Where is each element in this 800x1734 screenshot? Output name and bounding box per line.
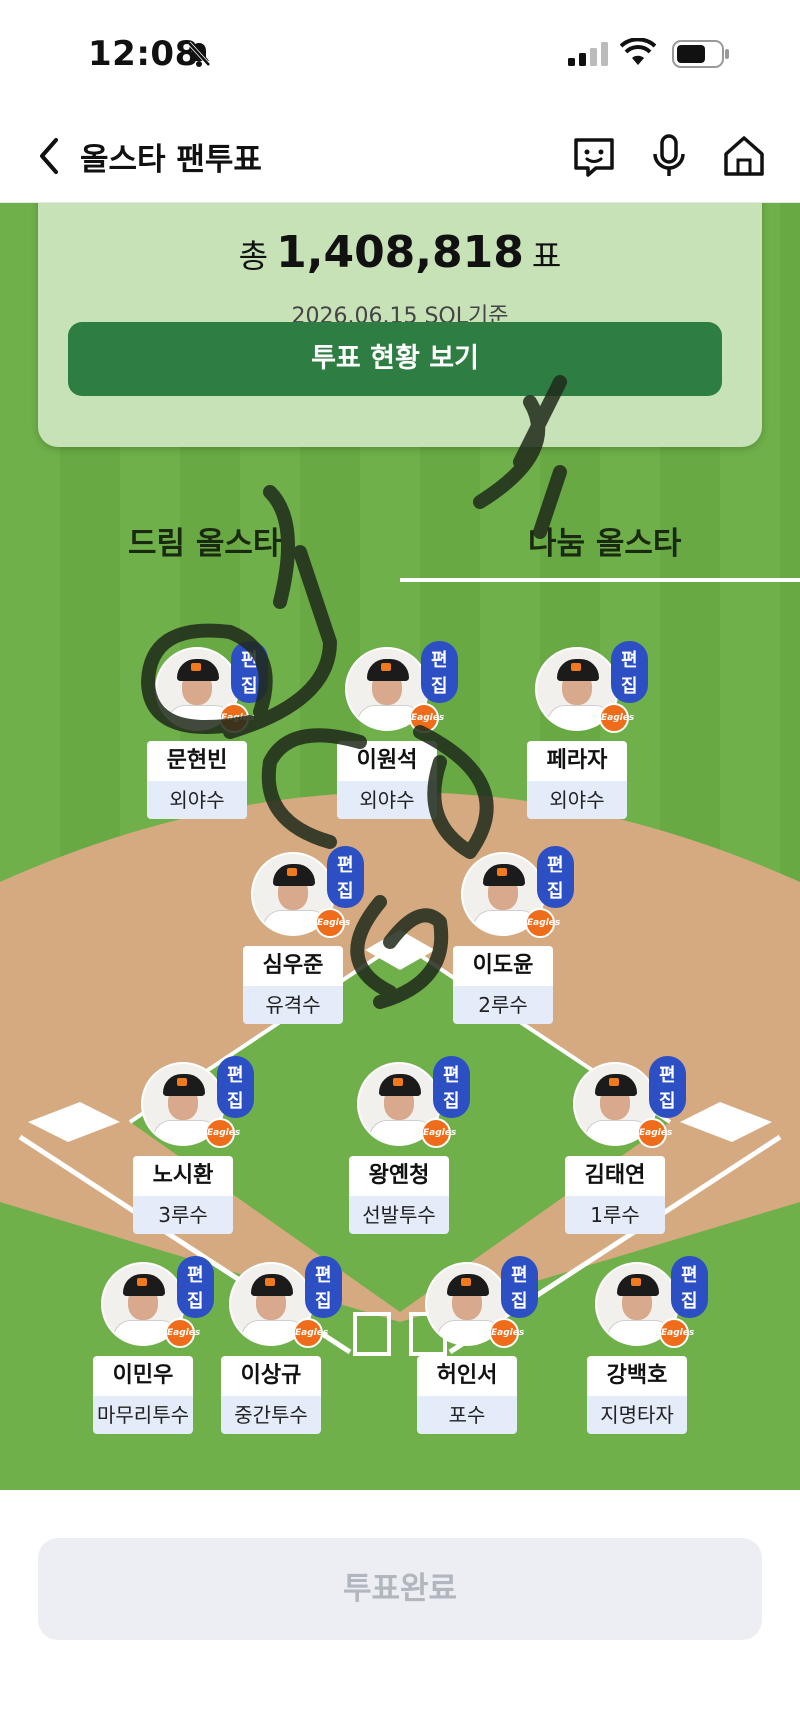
player-position: 2루수: [453, 986, 553, 1024]
app-bar: 올스타 팬투표: [0, 110, 800, 203]
player-photo-wrap: Eagles 편집: [101, 1256, 214, 1348]
team-logo-icon: Eagles: [165, 1318, 200, 1348]
edit-button[interactable]: 편집: [433, 1056, 470, 1118]
bell-muted-icon: [187, 41, 211, 67]
team-logo-icon: Eagles: [293, 1318, 328, 1348]
player-photo-wrap: Eagles 편집: [425, 1256, 538, 1348]
player-position: 마무리투수: [93, 1396, 193, 1434]
edit-button[interactable]: 편집: [177, 1256, 214, 1318]
player-position: 외야수: [527, 781, 627, 819]
team-logo-icon: Eagles: [525, 908, 560, 938]
team-logo-icon: Eagles: [489, 1318, 524, 1348]
team-logo-icon: Eagles: [421, 1118, 456, 1148]
player-name: 김태연: [565, 1156, 665, 1196]
edit-button[interactable]: 편집: [501, 1256, 538, 1318]
player-position: 선발투수: [349, 1196, 449, 1234]
player-name: 노시환: [133, 1156, 233, 1196]
edit-button[interactable]: 편집: [671, 1256, 708, 1318]
player-photo-wrap: Eagles 편집: [357, 1056, 470, 1148]
status-time: 12:08: [88, 34, 199, 74]
player-name: 문현빈: [147, 741, 247, 781]
player-photo-wrap: Eagles 편집: [595, 1256, 708, 1348]
team-logo-icon: Eagles: [205, 1118, 240, 1148]
player-photo-wrap: Eagles 편집: [141, 1056, 254, 1148]
baseball-field: 총 1,408,818 표 2026.06.15 SOL기준 투표 현황 보기 드림…: [0, 202, 800, 1490]
team-logo-icon: Eagles: [659, 1318, 694, 1348]
team-logo-icon: Eagles: [219, 703, 254, 733]
edit-button[interactable]: 편집: [649, 1056, 686, 1118]
player-position: 중간투수: [221, 1396, 321, 1434]
player-photo-wrap: Eagles 편집: [461, 846, 574, 938]
status-bar: 12:08: [0, 0, 800, 110]
total-votes: 총 1,408,818 표: [38, 227, 762, 278]
allstar-tabs: 드림 올스타 나눔 올스타: [0, 502, 800, 582]
edit-button[interactable]: 편집: [305, 1256, 342, 1318]
player-name: 페라자: [527, 741, 627, 781]
edit-button[interactable]: 편집: [611, 641, 648, 703]
player-name: 이민우: [93, 1356, 193, 1396]
player-position: 지명타자: [587, 1396, 687, 1434]
microphone-icon[interactable]: [645, 132, 693, 180]
chatbot-face-icon[interactable]: [570, 132, 618, 180]
edit-button[interactable]: 편집: [231, 641, 268, 703]
total-count: 1,408,818: [276, 227, 524, 278]
team-logo-icon: Eagles: [637, 1118, 672, 1148]
player-name: 왕옌청: [349, 1156, 449, 1196]
player-name: 이원석: [337, 741, 437, 781]
edit-button[interactable]: 편집: [537, 846, 574, 908]
player-photo-wrap: Eagles 편집: [535, 641, 648, 733]
edit-button[interactable]: 편집: [217, 1056, 254, 1118]
player-photo-wrap: Eagles 편집: [251, 846, 364, 938]
total-suffix: 표: [531, 237, 562, 275]
battery-icon: [672, 40, 729, 68]
edit-button[interactable]: 편집: [327, 846, 364, 908]
edit-button[interactable]: 편집: [421, 641, 458, 703]
player-position: 3루수: [133, 1196, 233, 1234]
tab-dream-allstar[interactable]: 드림 올스타: [128, 518, 281, 563]
active-tab-indicator: [400, 578, 800, 582]
player-position: 1루수: [565, 1196, 665, 1234]
player-position: 외야수: [147, 781, 247, 819]
cellular-signal-icon: [568, 42, 608, 66]
vote-summary-card: 총 1,408,818 표 2026.06.15 SOL기준 투표 현황 보기: [38, 202, 762, 447]
vote-status-button[interactable]: 투표 현황 보기: [68, 322, 722, 396]
bottom-bar: 투표완료: [0, 1490, 800, 1734]
player-name: 허인서: [417, 1356, 517, 1396]
team-logo-icon: Eagles: [599, 703, 634, 733]
vote-complete-button[interactable]: 투표완료: [38, 1538, 762, 1640]
home-icon[interactable]: [720, 132, 768, 180]
player-photo-wrap: Eagles 편집: [229, 1256, 342, 1348]
wifi-icon: [620, 38, 656, 65]
player-name: 강백호: [587, 1356, 687, 1396]
player-photo-wrap: Eagles 편집: [155, 641, 268, 733]
page-title: 올스타 팬투표: [80, 142, 262, 178]
player-name: 이상규: [221, 1356, 321, 1396]
tab-nanum-allstar[interactable]: 나눔 올스타: [528, 518, 681, 563]
player-photo-wrap: Eagles 편집: [345, 641, 458, 733]
player-name: 이도윤: [453, 946, 553, 986]
player-photo-wrap: Eagles 편집: [573, 1056, 686, 1148]
team-logo-icon: Eagles: [409, 703, 444, 733]
team-logo-icon: Eagles: [315, 908, 350, 938]
player-position: 외야수: [337, 781, 437, 819]
back-arrow-icon[interactable]: [30, 132, 70, 180]
player-position: 포수: [417, 1396, 517, 1434]
total-prefix: 총: [238, 237, 269, 275]
player-position: 유격수: [243, 986, 343, 1024]
player-name: 심우준: [243, 946, 343, 986]
